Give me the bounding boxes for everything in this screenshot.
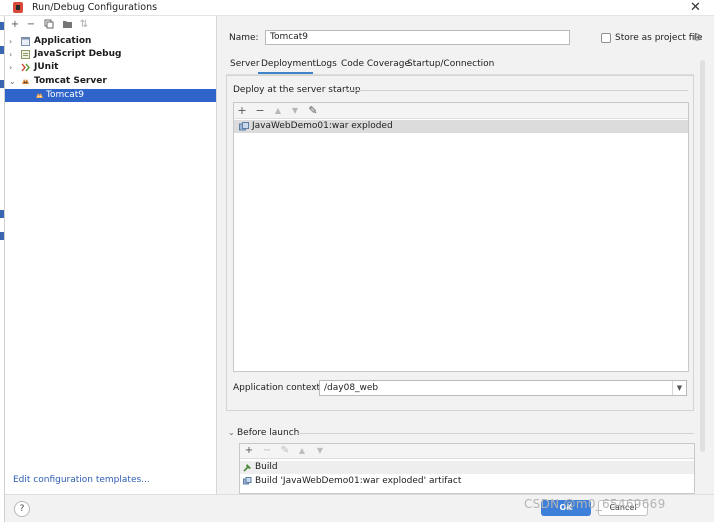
artifact-icon	[239, 122, 249, 131]
chevron-right-icon[interactable]: ›	[9, 61, 17, 74]
tree-item-javascript-debug[interactable]: › JavaScript Debug	[5, 48, 216, 61]
remove-icon[interactable]: −	[254, 104, 266, 117]
edit-icon[interactable]: ✎	[307, 104, 319, 117]
before-launch-toolbar	[240, 444, 694, 459]
scrollbar[interactable]	[700, 60, 705, 452]
tab-deployment[interactable]: Deployment	[261, 59, 316, 69]
junit-icon	[21, 63, 30, 72]
gear-icon[interactable]: ⚙	[692, 31, 702, 44]
javascript-debug-icon	[21, 50, 30, 59]
section-divider	[345, 90, 688, 91]
tab-code-coverage[interactable]: Code Coverage	[341, 59, 410, 69]
store-as-project-checkbox[interactable]	[601, 33, 611, 43]
name-field[interactable]: Tomcat9	[265, 30, 570, 45]
app-logo-icon	[13, 2, 23, 13]
sort-icon[interactable]: ⇅	[78, 19, 90, 31]
build-icon	[243, 464, 251, 472]
name-label: Name:	[229, 33, 259, 43]
move-down-icon[interactable]: ▼	[289, 104, 301, 117]
tab-server[interactable]: Server	[230, 59, 260, 69]
chevron-down-icon[interactable]: ⌄	[228, 428, 235, 437]
watermark-text: CSDN @m0_65469669	[524, 497, 666, 511]
add-icon[interactable]: +	[236, 104, 248, 117]
application-context-label: Application context:	[233, 383, 324, 393]
folder-icon[interactable]	[61, 19, 73, 31]
edit-templates-link[interactable]: Edit configuration templates...	[13, 475, 150, 485]
artifact-label: JavaWebDemo01:war exploded	[252, 121, 393, 131]
tab-logs[interactable]: Logs	[316, 59, 337, 69]
before-launch-item-label: Build 'JavaWebDemo01:war exploded' artif…	[255, 476, 462, 486]
edge-mark	[0, 22, 4, 30]
application-icon	[21, 37, 30, 46]
edge-mark	[0, 232, 4, 240]
tree-item-junit[interactable]: › JUnit	[5, 61, 216, 74]
tree-toolbar: + − ⇅	[5, 16, 217, 34]
copy-icon[interactable]	[43, 19, 55, 31]
edge-mark	[0, 210, 4, 218]
deployment-toolbar	[234, 103, 688, 119]
tree-item-label: Tomcat9	[46, 90, 84, 100]
edit-icon[interactable]: ✎	[279, 445, 291, 457]
store-as-project-label: Store as project file	[615, 33, 703, 43]
move-down-icon[interactable]: ▼	[314, 445, 326, 457]
deployment-artifact-list[interactable]	[233, 102, 689, 372]
help-button[interactable]: ?	[14, 501, 30, 517]
tree-item-label: Application	[34, 36, 92, 46]
deploy-section-title: Deploy at the server startup	[233, 85, 361, 95]
before-launch-title: Before launch	[237, 428, 300, 438]
list-item[interactable]: Build 'JavaWebDemo01:war exploded' artif…	[240, 475, 694, 488]
application-context-value: /day08_web	[324, 383, 379, 393]
remove-icon[interactable]: −	[25, 19, 37, 31]
tree-item-label: JavaScript Debug	[34, 49, 122, 59]
move-up-icon[interactable]: ▲	[272, 104, 284, 117]
close-icon[interactable]: ✕	[690, 0, 701, 15]
move-up-icon[interactable]: ▲	[296, 445, 308, 457]
list-item[interactable]: Build	[240, 461, 694, 474]
before-launch-item-label: Build	[255, 462, 278, 472]
chevron-down-icon[interactable]: ▼	[672, 381, 686, 395]
tab-startup-connection[interactable]: Startup/Connection	[407, 59, 494, 69]
section-divider	[297, 433, 694, 434]
chevron-right-icon[interactable]: ›	[9, 35, 17, 48]
tree-item-label: Tomcat Server	[34, 76, 107, 86]
chevron-right-icon[interactable]: ›	[9, 48, 17, 61]
edge-mark	[0, 80, 4, 88]
tree-item-application[interactable]: › Application	[5, 35, 216, 48]
artifact-icon	[243, 477, 252, 485]
tree-item-tomcat-server[interactable]: ⌄ Tomcat Server	[5, 75, 216, 88]
add-icon[interactable]: +	[243, 445, 255, 457]
chevron-down-icon[interactable]: ⌄	[9, 75, 17, 88]
window-title: Run/Debug Configurations	[32, 2, 158, 13]
tree-item-tomcat9[interactable]: Tomcat9	[5, 89, 216, 102]
tomcat-icon	[36, 93, 43, 98]
edge-mark	[0, 46, 4, 54]
tree-item-label: JUnit	[34, 62, 59, 72]
tomcat-icon	[22, 79, 29, 84]
remove-icon[interactable]: −	[261, 445, 273, 457]
add-icon[interactable]: +	[9, 19, 21, 31]
